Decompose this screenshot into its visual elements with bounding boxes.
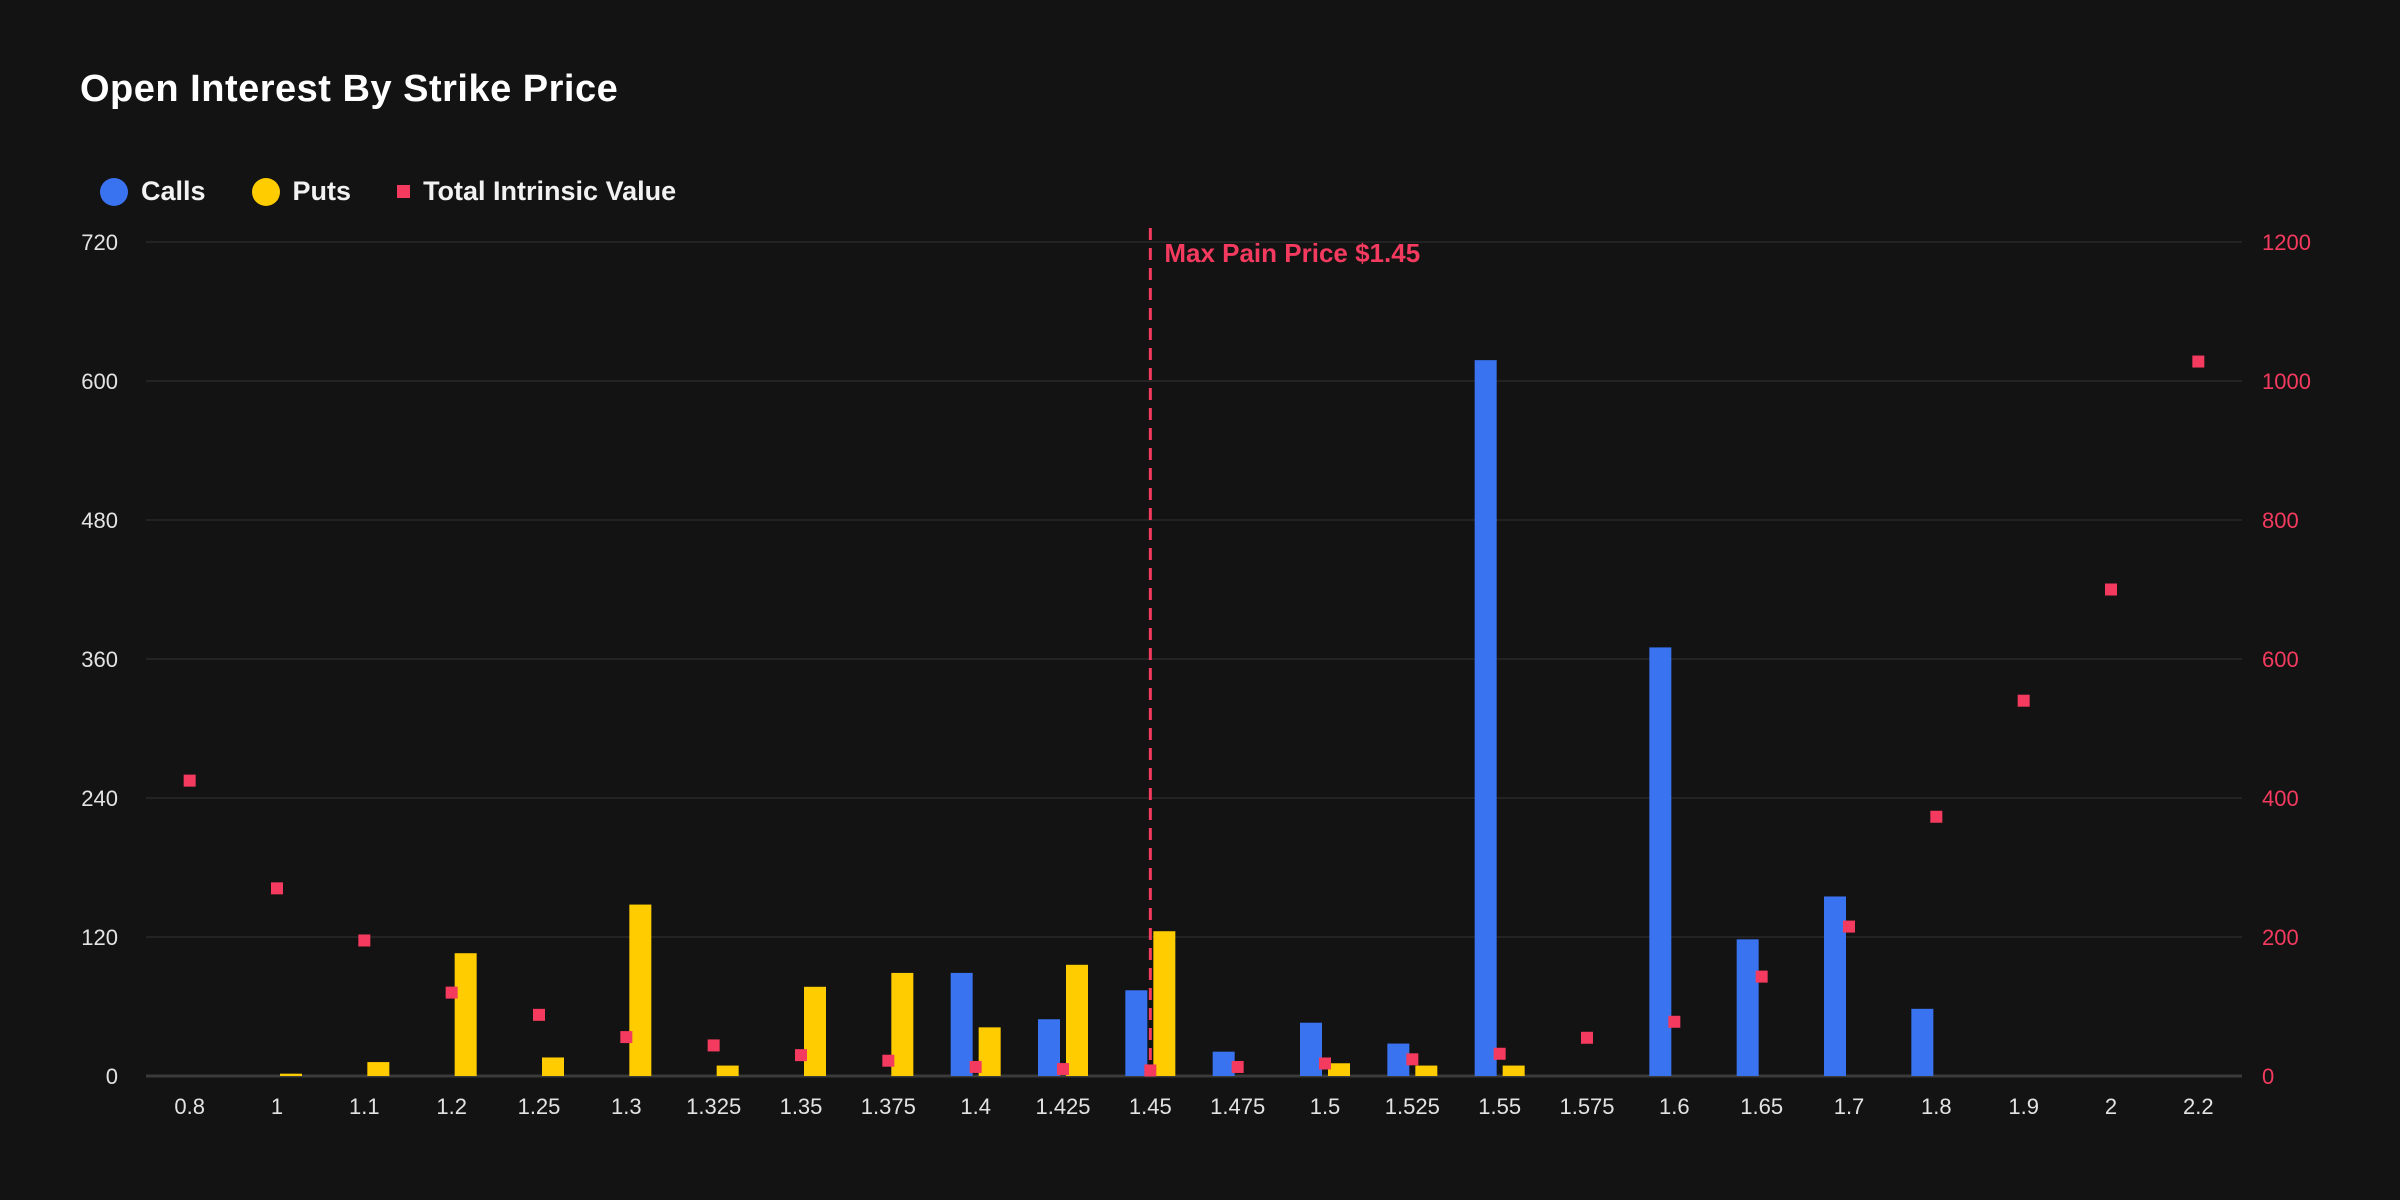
x-axis-tick-label: 1.4	[960, 1094, 991, 1119]
x-axis-tick-label: 1.525	[1385, 1094, 1440, 1119]
puts-bar[interactable]	[1066, 965, 1088, 1076]
x-axis-tick-label: 2	[2105, 1094, 2117, 1119]
intrinsic-point[interactable]	[1494, 1048, 1506, 1060]
left-axis-tick-label: 720	[81, 230, 118, 255]
x-axis-tick-label: 1.5	[1310, 1094, 1341, 1119]
intrinsic-point[interactable]	[358, 934, 370, 946]
plot-area: 0 0 120 200 240 400 360 600 480 800 600 1000 720 1200…	[0, 0, 2400, 1200]
puts-bar[interactable]	[891, 973, 913, 1076]
x-axis-tick-label: 1.8	[1921, 1094, 1952, 1119]
calls-bar[interactable]	[1649, 647, 1671, 1076]
left-axis-tick-label: 0	[106, 1064, 118, 1089]
left-axis-tick-label: 240	[81, 786, 118, 811]
calls-bar[interactable]	[1911, 1009, 1933, 1076]
x-axis-tick-label: 0.8	[174, 1094, 205, 1119]
puts-bar[interactable]	[1503, 1066, 1525, 1076]
puts-bar[interactable]	[629, 905, 651, 1076]
intrinsic-point[interactable]	[271, 882, 283, 894]
puts-bar[interactable]	[367, 1062, 389, 1076]
left-axis-tick-label: 600	[81, 369, 118, 394]
intrinsic-point[interactable]	[1930, 811, 1942, 823]
calls-bar[interactable]	[1475, 360, 1497, 1076]
intrinsic-point[interactable]	[1756, 971, 1768, 983]
intrinsic-point[interactable]	[533, 1009, 545, 1021]
x-axis-tick-label: 1.7	[1834, 1094, 1865, 1119]
intrinsic-point[interactable]	[1406, 1053, 1418, 1065]
x-axis-tick-label: 1	[271, 1094, 283, 1119]
intrinsic-point[interactable]	[2018, 695, 2030, 707]
intrinsic-point[interactable]	[2105, 584, 2117, 596]
intrinsic-point[interactable]	[1843, 921, 1855, 933]
puts-bar[interactable]	[542, 1057, 564, 1076]
right-axis-tick-label: 1000	[2262, 369, 2311, 394]
intrinsic-point[interactable]	[795, 1049, 807, 1061]
right-axis-tick-label: 800	[2262, 508, 2299, 533]
x-axis-tick-label: 1.475	[1210, 1094, 1265, 1119]
right-axis-tick-label: 0	[2262, 1064, 2274, 1089]
max-pain-label: Max Pain Price $1.45	[1164, 238, 1420, 268]
puts-bar[interactable]	[455, 953, 477, 1076]
calls-bar[interactable]	[1824, 896, 1846, 1076]
open-interest-chart: Open Interest By Strike Price Calls Puts…	[0, 0, 2400, 1200]
puts-bar[interactable]	[1328, 1063, 1350, 1076]
calls-bar[interactable]	[1737, 939, 1759, 1076]
intrinsic-point[interactable]	[708, 1039, 720, 1051]
x-axis-tick-label: 1.6	[1659, 1094, 1690, 1119]
intrinsic-point[interactable]	[1232, 1061, 1244, 1073]
intrinsic-point[interactable]	[1668, 1016, 1680, 1028]
left-axis-tick-label: 360	[81, 647, 118, 672]
x-axis-tick-label: 1.1	[349, 1094, 380, 1119]
x-axis-tick-label: 1.2	[436, 1094, 467, 1119]
right-axis-tick-label: 1200	[2262, 230, 2311, 255]
intrinsic-point[interactable]	[1319, 1057, 1331, 1069]
x-axis-tick-label: 1.575	[1559, 1094, 1614, 1119]
calls-bar[interactable]	[1387, 1044, 1409, 1076]
x-axis-tick-label: 1.9	[2008, 1094, 2039, 1119]
x-axis-tick-label: 1.55	[1478, 1094, 1521, 1119]
calls-bar[interactable]	[1300, 1023, 1322, 1076]
calls-bar[interactable]	[951, 973, 973, 1076]
x-axis-tick-label: 1.25	[518, 1094, 561, 1119]
puts-bar[interactable]	[1153, 931, 1175, 1076]
x-axis-tick-label: 1.35	[780, 1094, 823, 1119]
x-axis-tick-label: 1.325	[686, 1094, 741, 1119]
puts-bar[interactable]	[804, 987, 826, 1076]
intrinsic-point[interactable]	[882, 1055, 894, 1067]
right-axis-tick-label: 600	[2262, 647, 2299, 672]
intrinsic-point[interactable]	[620, 1031, 632, 1043]
puts-bar[interactable]	[1415, 1066, 1437, 1076]
calls-bar[interactable]	[1038, 1019, 1060, 1076]
puts-bar[interactable]	[280, 1074, 302, 1076]
puts-bar[interactable]	[979, 1027, 1001, 1076]
intrinsic-point[interactable]	[1144, 1064, 1156, 1076]
intrinsic-point[interactable]	[1057, 1063, 1069, 1075]
intrinsic-point[interactable]	[2192, 356, 2204, 368]
left-axis-tick-label: 480	[81, 508, 118, 533]
calls-bar[interactable]	[1125, 990, 1147, 1076]
intrinsic-point[interactable]	[184, 775, 196, 787]
right-axis-tick-label: 200	[2262, 925, 2299, 950]
x-axis-tick-label: 1.45	[1129, 1094, 1172, 1119]
x-axis-tick-label: 1.3	[611, 1094, 642, 1119]
intrinsic-point[interactable]	[970, 1061, 982, 1073]
x-axis-tick-label: 2.2	[2183, 1094, 2214, 1119]
x-axis-tick-label: 1.375	[861, 1094, 916, 1119]
right-axis-tick-label: 400	[2262, 786, 2299, 811]
calls-bar[interactable]	[1213, 1052, 1235, 1076]
intrinsic-point[interactable]	[1581, 1032, 1593, 1044]
x-axis-tick-label: 1.425	[1035, 1094, 1090, 1119]
left-axis-tick-label: 120	[81, 925, 118, 950]
intrinsic-point[interactable]	[446, 987, 458, 999]
x-axis-tick-label: 1.65	[1740, 1094, 1783, 1119]
puts-bar[interactable]	[717, 1066, 739, 1076]
